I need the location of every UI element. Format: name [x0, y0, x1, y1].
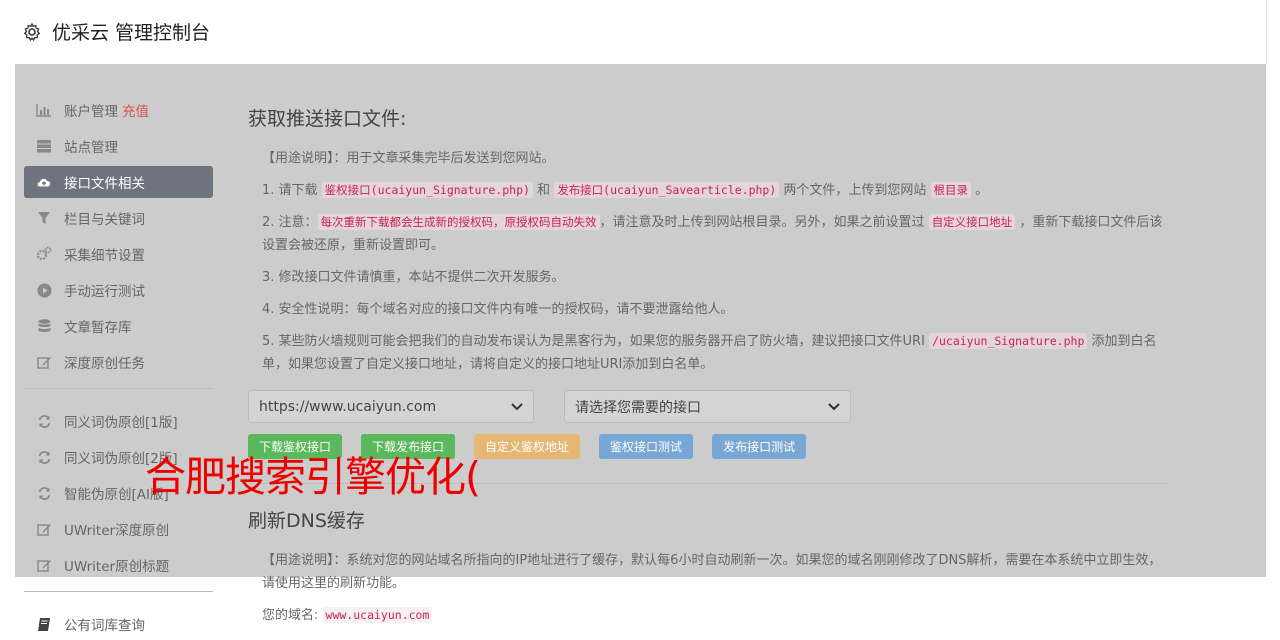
watermark-text: 合肥搜索引擎优化( [145, 453, 481, 501]
recharge-link[interactable]: 充值 [122, 100, 149, 120]
sidebar-item-columns-keywords[interactable]: 栏目与关键词 [24, 202, 213, 234]
instruction-1: 1. 请下载 鉴权接口(ucaiyun_Signature.php) 和 发布接… [262, 182, 989, 198]
test-auth-button[interactable]: 鉴权接口测试 [599, 434, 694, 459]
bar-chart-icon [36, 102, 52, 118]
sidebar-item-label: 站点管理 [64, 140, 118, 156]
sidebar-divider [24, 388, 213, 389]
sidebar-item-label: 手动运行测试 [64, 284, 145, 300]
sidebar-item-label: 接口文件相关 [64, 176, 145, 192]
sidebar-item-article-store[interactable]: 文章暂存库 [24, 310, 213, 342]
usage-note: 【用途说明】：用于文章采集完毕后发送到您网站。 [262, 151, 555, 166]
cloud-upload-icon [36, 174, 52, 190]
sidebar-item-deep-original[interactable]: 深度原创任务 [24, 346, 213, 378]
signature-uri-code: /ucaiyun_Signature.php [929, 333, 1088, 349]
play-circle-icon [36, 282, 52, 298]
sidebar-item-sites[interactable]: 站点管理 [24, 130, 213, 162]
book-icon [36, 616, 52, 632]
edit-icon [36, 557, 52, 573]
filter-icon [36, 210, 52, 226]
domain-value: www.ucaiyun.com [322, 607, 433, 623]
domain-label: 您的域名: [262, 608, 319, 623]
savearticle-file-name: 发布接口(ucaiyun_Savearticle.php) [554, 182, 780, 198]
signature-file-name: 鉴权接口(ucaiyun_Signature.php) [321, 182, 533, 198]
instruction-4: 4. 安全性说明：每个域名对应的接口文件内有唯一的授权码，请不要泄露给他人。 [262, 302, 734, 317]
main-content: 获取推送接口文件: 【用途说明】：用于文章采集完毕后发送到您网站。 1. 请下载… [248, 104, 1168, 636]
sidebar-item-label: 账户管理 [64, 104, 118, 120]
sidebar-item-synonym-v1[interactable]: 同义词伪原创[1版] [24, 405, 213, 437]
sidebar-divider [24, 591, 213, 592]
sidebar-item-label: 采集细节设置 [64, 248, 145, 264]
app-header: 优采云 管理控制台 [0, 0, 1280, 64]
instruction-3: 3. 修改接口文件请慎重，本站不提供二次开发服务。 [262, 270, 565, 285]
sidebar-item-label: 文章暂存库 [64, 320, 132, 336]
sidebar-item-label: UWriter原创标题 [64, 559, 170, 575]
api-select[interactable]: 请选择您需要的接口 [564, 390, 851, 423]
refresh-icon [36, 449, 52, 465]
sidebar-item-label: 深度原创任务 [64, 356, 145, 372]
sidebar-item-account[interactable]: 账户管理 充值 [24, 94, 213, 126]
gear-icon [22, 22, 42, 42]
sidebar-item-uwriter-deep[interactable]: UWriter深度原创 [24, 513, 213, 545]
dns-usage-note: 【用途说明】：系统对您的网站域名所指向的IP地址进行了缓存，默认每6小时自动刷新… [262, 553, 1162, 591]
sidebar-item-label: 栏目与关键词 [64, 212, 145, 228]
sidebar-item-label: 同义词伪原创[1版] [64, 415, 178, 431]
root-dir-code: 根目录 [930, 182, 972, 198]
edit-icon [36, 521, 52, 537]
sidebar-item-uwriter-title[interactable]: UWriter原创标题 [24, 549, 213, 581]
section-title-dns: 刷新DNS缓存 [248, 510, 365, 532]
sidebar-item-collect-settings[interactable]: 采集细节设置 [24, 238, 213, 270]
test-publish-button[interactable]: 发布接口测试 [712, 434, 807, 459]
sidebar-item-label: UWriter深度原创 [64, 523, 170, 539]
cogs-icon [36, 246, 52, 262]
section-title-api-files: 获取推送接口文件: [248, 108, 407, 130]
app-title: 优采云 管理控制台 [52, 22, 211, 44]
sidebar-item-manual-run[interactable]: 手动运行测试 [24, 274, 213, 306]
server-icon [36, 138, 52, 154]
sidebar-item-label: 公有词库查询 [64, 618, 145, 634]
sidebar-item-api-files[interactable]: 接口文件相关 [24, 166, 213, 198]
refresh-icon [36, 413, 52, 429]
database-icon [36, 318, 52, 334]
refresh-icon [36, 485, 52, 501]
chevron-down-icon [828, 399, 840, 415]
edit-icon [36, 354, 52, 370]
domain-row: 您的域名: www.ucaiyun.com [248, 604, 1168, 627]
site-select[interactable]: https://www.ucaiyun.com [248, 390, 534, 423]
auth-code-warning: 每次重新下载都会生成新的授权码，原授权码自动失效 [317, 214, 600, 230]
custom-endpoint-code: 自定义接口地址 [928, 214, 1016, 230]
sidebar-nav: 账户管理 充值 站点管理 接口文件相关 栏目与关键词 采集细节设置 手动运行测试… [24, 94, 213, 640]
instruction-5: 5. 某些防火墙规则可能会把我们的自动发布误认为是黑客行为，如果您的服务器开启了… [262, 333, 1157, 372]
sidebar-item-public-lexicon[interactable]: 公有词库查询 [24, 608, 213, 640]
chevron-down-icon [511, 399, 523, 415]
custom-auth-url-button[interactable]: 自定义鉴权地址 [474, 434, 581, 459]
instruction-2: 2. 注意： 每次重新下载都会生成新的授权码，原授权码自动失效 ，请注意及时上传到网… [262, 214, 1163, 253]
